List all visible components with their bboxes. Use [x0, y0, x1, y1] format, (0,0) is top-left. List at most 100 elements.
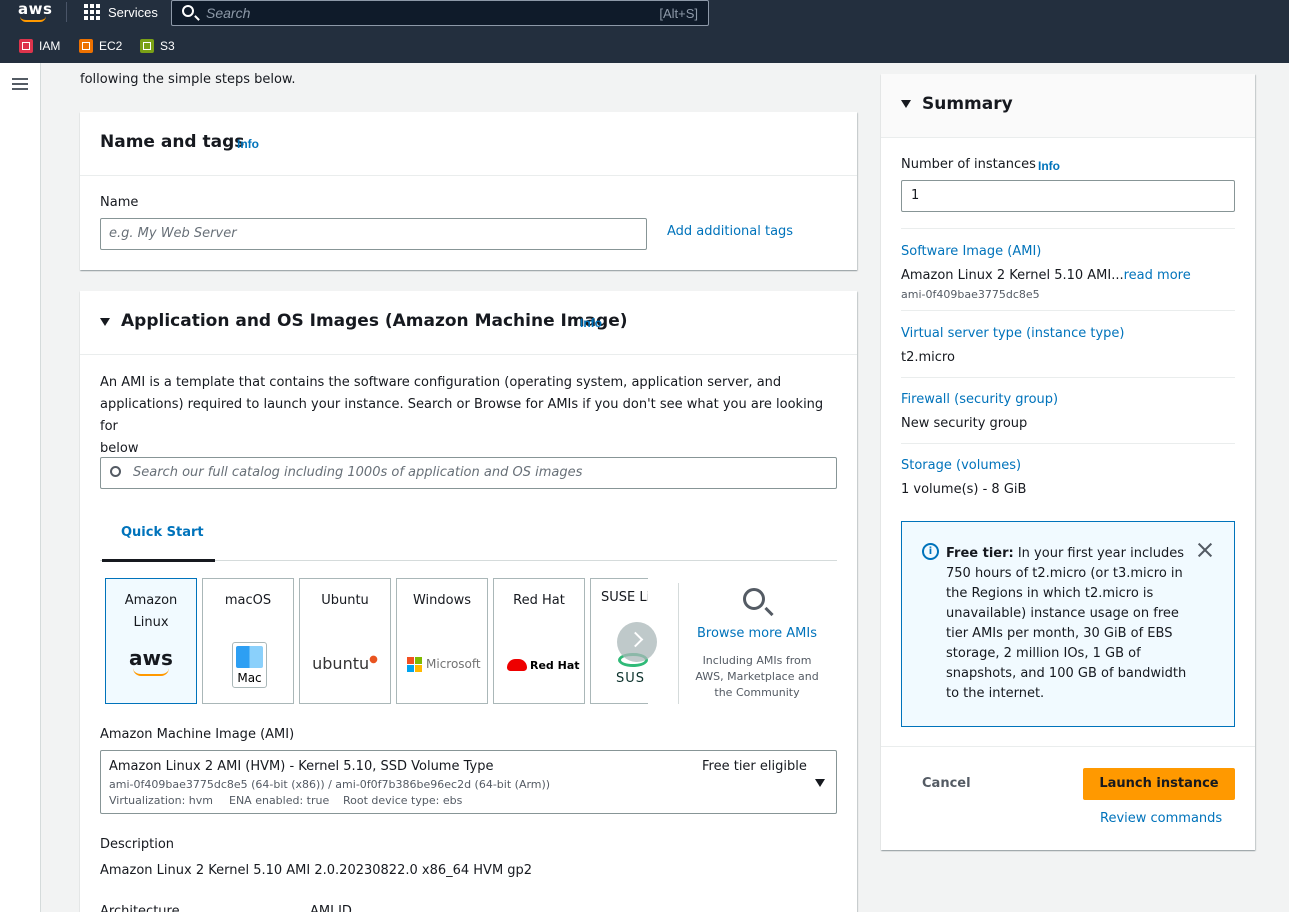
cancel-button[interactable]: Cancel	[922, 776, 971, 791]
search-placeholder: Search	[206, 5, 251, 21]
ami-search-input[interactable]: Search our full catalog including 1000s …	[100, 457, 837, 489]
menu-icon[interactable]	[12, 78, 28, 90]
tile-name: SUSE Li	[601, 590, 648, 605]
favorite-iam[interactable]: IAM	[19, 39, 60, 53]
summary-title: Summary	[922, 94, 1013, 114]
free-tier-line: unavailable) instance usage on free	[946, 606, 1179, 621]
free-tier-alert: i Free tier: In your first year includes…	[901, 521, 1235, 727]
firewall-value: New security group	[901, 416, 1028, 431]
tab-label: Quick Start	[121, 525, 204, 540]
s3-icon	[140, 39, 154, 53]
global-search-input[interactable]: Search [Alt+S]	[171, 0, 709, 26]
instances-label: Number of instances	[901, 157, 1036, 172]
side-navigation-rail	[0, 63, 41, 912]
tile-logo-text: Microsoft	[426, 657, 481, 671]
software-image-link[interactable]: Software Image (AMI)	[901, 244, 1041, 259]
tile-name: Ubuntu	[321, 593, 369, 608]
free-tier-line: the Regions in which t2.micro is	[946, 586, 1154, 601]
dropdown-caret-icon	[815, 779, 825, 787]
grid-icon	[84, 4, 100, 20]
ami-description: An AMI is a template that contains the s…	[100, 372, 840, 460]
ami-select-dropdown[interactable]: Amazon Linux 2 AMI (HVM) - Kernel 5.10, …	[100, 750, 837, 814]
ami-id-label: AMI ID	[310, 904, 352, 912]
ec2-icon	[79, 39, 93, 53]
os-tile-red-hat[interactable]: Red Hat Red Hat	[493, 578, 585, 704]
ami-search-placeholder: Search our full catalog including 1000s …	[133, 465, 583, 480]
collapse-triangle-icon[interactable]	[100, 318, 110, 326]
name-tags-info-link[interactable]: Info	[237, 137, 259, 151]
search-icon	[110, 466, 121, 477]
ami-section-title: Application and OS Images (Amazon Machin…	[121, 311, 628, 331]
free-tier-bold: Free tier:	[946, 546, 1014, 561]
launch-instance-button[interactable]: Launch instance	[1083, 768, 1235, 800]
name-input[interactable]: e.g. My Web Server	[100, 218, 647, 250]
search-shortcut: [Alt+S]	[659, 6, 698, 21]
tile-name: Amazon	[124, 593, 178, 608]
browse-sub-line: the Community	[714, 686, 800, 699]
instance-type-link[interactable]: Virtual server type (instance type)	[901, 326, 1124, 341]
read-more-link[interactable]: read more	[1124, 268, 1191, 283]
browse-more-amis-link[interactable]: Browse more AMIs	[697, 626, 817, 641]
browse-sub-line: Including AMIs from	[702, 654, 812, 667]
add-additional-tags-link[interactable]: Add additional tags	[667, 224, 793, 239]
name-placeholder: e.g. My Web Server	[109, 226, 237, 241]
tile-name: Windows	[412, 593, 472, 608]
tile-logo-text: ubuntu	[312, 654, 370, 673]
tab-quick-start[interactable]: Quick Start	[102, 516, 215, 562]
free-tier-line: storage, 2 million IOs, 1 GB of	[946, 646, 1141, 661]
top-navigation-bar: aws Services Search [Alt+S] IAM EC2 S3	[0, 0, 1289, 63]
ami-description-line: applications) required to launch your in…	[100, 397, 824, 434]
services-button[interactable]: Services	[84, 2, 158, 22]
tile-name: macOS	[224, 593, 272, 608]
ami-virtualization: Virtualization: hvm	[109, 794, 213, 807]
storage-link[interactable]: Storage (volumes)	[901, 458, 1021, 473]
ami-description-line: An AMI is a template that contains the s…	[100, 375, 782, 390]
name-and-tags-panel: Name and tags Info Name e.g. My Web Serv…	[80, 112, 857, 270]
tiles-next-button[interactable]	[617, 622, 657, 662]
tile-logo-text: SUS	[616, 671, 646, 686]
favorite-ec2[interactable]: EC2	[79, 39, 122, 53]
close-icon[interactable]	[1197, 542, 1213, 558]
os-tile-windows[interactable]: Windows Microsoft	[396, 578, 488, 704]
services-label: Services	[108, 4, 158, 20]
free-tier-line: tier AMIs per month, 30 GiB of EBS	[946, 626, 1173, 641]
description-label: Description	[100, 837, 175, 852]
free-tier-line: to the internet.	[946, 686, 1045, 701]
chevron-right-icon	[627, 631, 644, 648]
software-image-value: Amazon Linux 2 Kernel 5.10 AMI...read mo…	[901, 268, 1191, 283]
red-hat-logo-icon	[507, 659, 527, 671]
ami-info-link[interactable]: Info	[580, 316, 602, 330]
mac-finder-icon: Mac	[232, 642, 267, 688]
description-value: Amazon Linux 2 Kernel 5.10 AMI 2.0.20230…	[100, 863, 533, 878]
microsoft-logo-icon	[407, 657, 423, 673]
firewall-link[interactable]: Firewall (security group)	[901, 392, 1058, 407]
browse-more-description: Including AMIs from AWS, Marketplace and…	[690, 653, 824, 701]
aws-logo-icon: aws	[106, 646, 196, 676]
ami-ena: ENA enabled: true	[229, 794, 330, 807]
software-image-id: ami-0f409bae3775dc8e5	[901, 288, 1040, 301]
name-label: Name	[100, 195, 139, 210]
ami-select-label: Amazon Machine Image (AMI)	[100, 727, 295, 742]
free-tier-line: snapshots, and 100 GB of bandwidth	[946, 666, 1187, 681]
os-tile-ubuntu[interactable]: Ubuntu ubuntu●	[299, 578, 391, 704]
browse-sub-line: AWS, Marketplace and	[695, 670, 819, 683]
software-image-text: Amazon Linux 2 Kernel 5.10 AMI...	[901, 268, 1124, 283]
os-tile-amazon-linux[interactable]: Amazon Linux aws	[105, 578, 197, 704]
aws-logo[interactable]: aws	[18, 0, 52, 22]
free-tier-line: In your first year includes	[1013, 546, 1184, 561]
collapse-triangle-icon[interactable]	[901, 100, 911, 108]
favorite-s3[interactable]: S3	[140, 39, 175, 53]
ami-root-device: Root device type: ebs	[343, 794, 463, 807]
storage-value: 1 volume(s) - 8 GiB	[901, 482, 1027, 497]
iam-icon	[19, 39, 33, 53]
search-icon[interactable]	[743, 588, 765, 610]
tile-name: Red Hat	[513, 593, 565, 608]
number-of-instances-input[interactable]: 1	[901, 180, 1235, 212]
instances-info-link[interactable]: Info	[1038, 159, 1060, 173]
ami-selected-ids: ami-0f409bae3775dc8e5 (64-bit (x86)) / a…	[109, 778, 551, 791]
review-commands-link[interactable]: Review commands	[1100, 811, 1222, 826]
tile-logo-text: aws	[129, 646, 173, 670]
favorite-label: EC2	[99, 39, 123, 53]
intro-text: following the simple steps below.	[80, 72, 296, 87]
os-tile-macos[interactable]: macOS Mac	[202, 578, 294, 704]
